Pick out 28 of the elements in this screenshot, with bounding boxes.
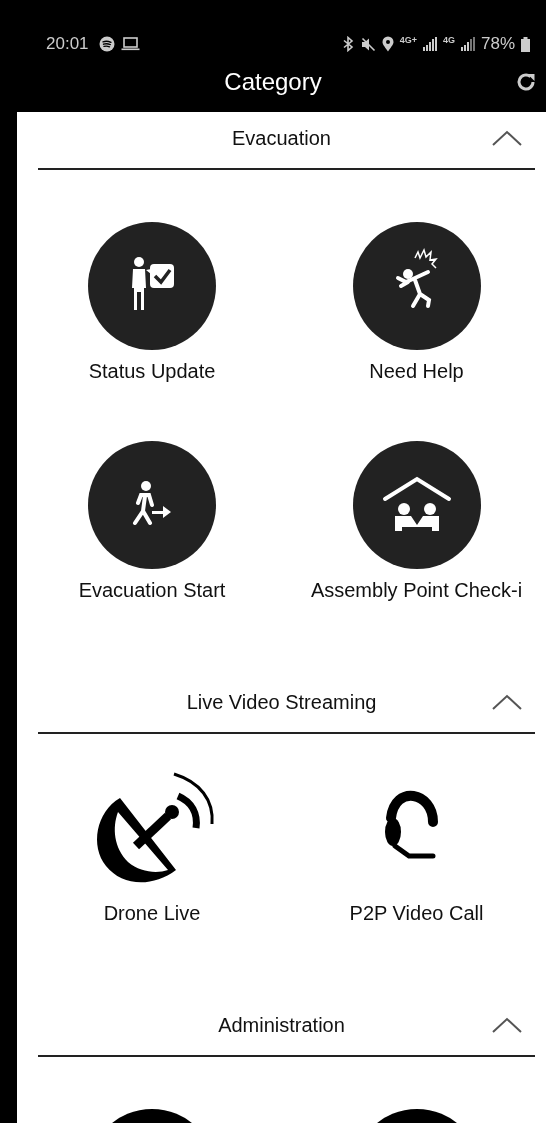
person-checkmark-icon[interactable] [88,222,216,350]
section-title: Administration [218,1014,345,1037]
house-people-icon[interactable] [352,441,481,569]
laptop-icon [120,37,140,51]
music-app-icon [98,36,115,52]
section-title: Live Video Streaming [186,691,377,714]
mute-icon [360,36,376,52]
category-label[interactable]: Status Update [88,360,216,383]
signal-icon [460,37,475,51]
category-label[interactable]: P2P Video Call [349,902,484,925]
chevron-up-icon[interactable] [492,694,522,710]
category-label[interactable]: Assembly Point Check-i [310,579,523,602]
falling-person-icon[interactable] [352,222,481,350]
status-time: 20:01 [46,34,89,54]
battery-percentage: 78% [480,34,515,54]
battery-icon [521,36,530,52]
category-label[interactable]: Need Help [369,360,464,383]
section-title: Evacuation [232,127,331,150]
category-label[interactable]: Drone Live [103,902,201,925]
chevron-up-icon[interactable] [492,130,522,146]
category-label[interactable]: Evacuation Start [78,579,226,602]
signal-icon [422,37,437,51]
network-type-label: 4G [442,35,455,45]
screen-title: Category [224,68,322,96]
chevron-up-icon[interactable] [492,1017,522,1033]
location-icon [381,36,394,52]
network-type-label: 4G+ [399,35,417,45]
refresh-icon[interactable] [515,71,537,93]
